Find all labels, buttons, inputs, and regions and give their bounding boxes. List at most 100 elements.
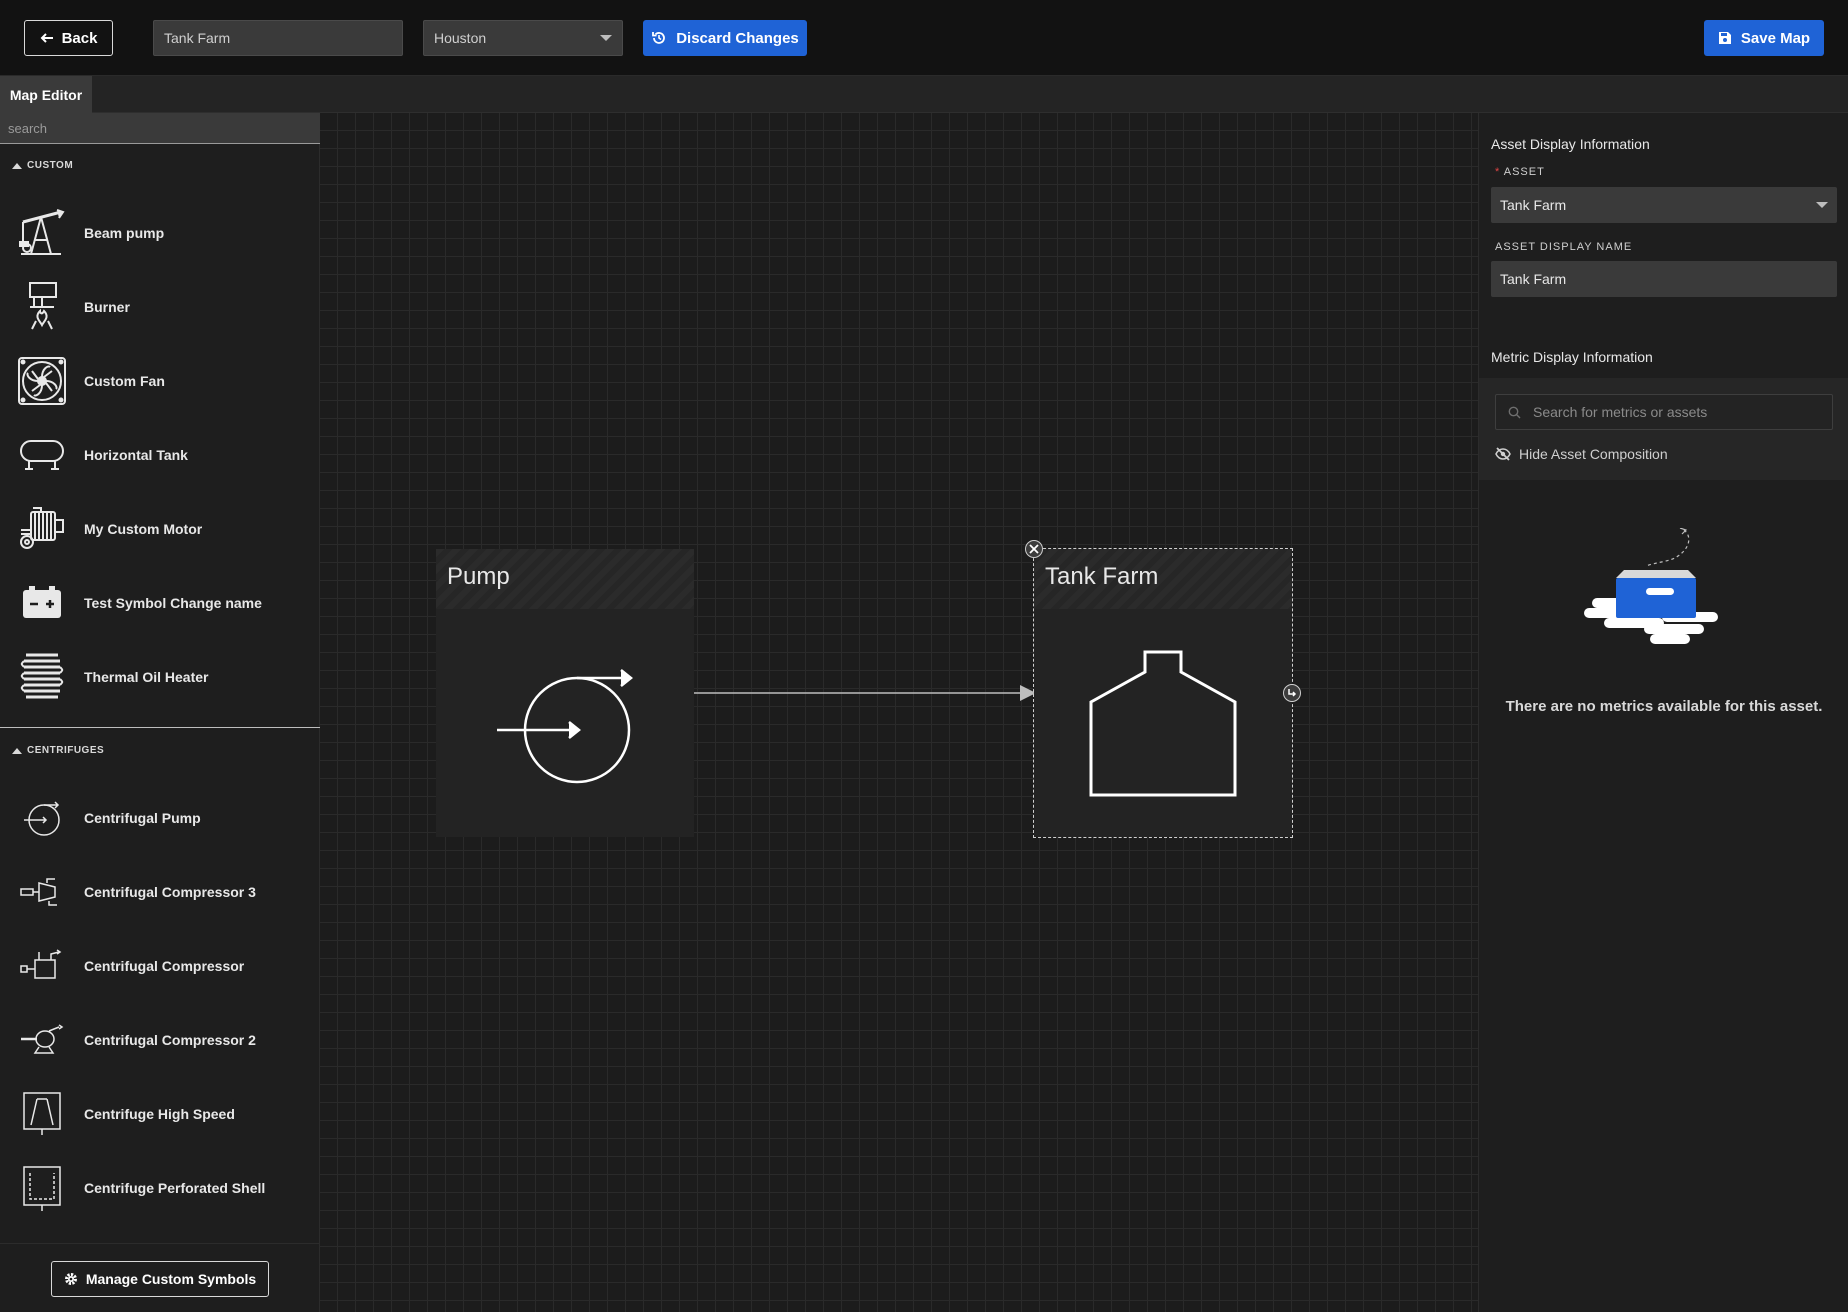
battery-icon [0, 566, 84, 640]
hide-composition-label: Hide Asset Composition [1519, 446, 1668, 462]
save-map-button[interactable]: Save Map [1704, 20, 1824, 56]
symbol-item-centrifugal-pump[interactable]: Centrifugal Pump [0, 781, 320, 855]
horizontal-tank-icon [0, 418, 84, 492]
map-canvas[interactable]: Pump Tank Farm [320, 113, 1478, 1312]
metric-section-title: Metric Display Information [1491, 349, 1653, 365]
empty-metrics-message: There are no metrics available for this … [1505, 698, 1823, 715]
delete-node-handle[interactable] [1025, 540, 1043, 558]
symbol-item-custom-fan[interactable]: Custom Fan [0, 344, 320, 418]
symbol-palette: search CUSTOM Beam pump Burner Custom Fa… [0, 113, 320, 1312]
symbol-item-my-custom-motor[interactable]: My Custom Motor [0, 492, 320, 566]
eye-slash-icon [1495, 447, 1511, 461]
symbol-item-burner[interactable]: Burner [0, 270, 320, 344]
asset-label: * ASSET [1495, 166, 1545, 178]
node-title: Pump [447, 563, 510, 590]
symbol-label: My Custom Motor [84, 521, 203, 537]
symbol-item-centrifuge-perforated-shell[interactable]: Centrifuge Perforated Shell [0, 1151, 320, 1225]
display-name-value: Tank Farm [1500, 271, 1567, 287]
manage-label: Manage Custom Symbols [85, 1271, 257, 1287]
centrifuge-icon [0, 1077, 84, 1151]
symbol-label: Beam pump [84, 225, 165, 241]
palette-search-input[interactable]: search [0, 113, 320, 144]
asset-select[interactable]: Tank Farm [1491, 187, 1837, 223]
map-node-pump[interactable]: Pump [436, 549, 694, 837]
manage-custom-symbols-button[interactable]: Manage Custom Symbols [51, 1261, 269, 1297]
symbol-label: Centrifugal Compressor 3 [84, 884, 256, 900]
symbol-label: Thermal Oil Heater [84, 669, 209, 685]
tank-icon [1089, 650, 1237, 797]
save-label: Save Map [1740, 29, 1811, 47]
node-body [436, 609, 694, 837]
metric-search-placeholder: Search for metrics or assets [1533, 404, 1708, 420]
symbol-label: Horizontal Tank [84, 447, 188, 463]
tab-label: Map Editor [9, 86, 83, 103]
symbol-label: Centrifugal Compressor [84, 958, 245, 974]
beam-pump-icon [0, 196, 84, 270]
motor-icon [0, 492, 84, 566]
node-body [1034, 609, 1292, 837]
asset-display-name-input[interactable]: Tank Farm [1491, 261, 1837, 297]
centrifugal-pump-icon [497, 669, 634, 784]
connect-arrow-icon [1288, 689, 1297, 697]
chevron-down-icon [600, 35, 612, 41]
symbol-label: Centrifugal Pump [84, 810, 201, 826]
chevron-down-icon [1816, 202, 1828, 208]
symbol-item-centrifugal-compressor-3[interactable]: Centrifugal Compressor 3 [0, 855, 320, 929]
symbol-label: Centrifuge Perforated Shell [84, 1180, 266, 1196]
fan-icon [0, 344, 84, 418]
location-select[interactable]: Houston [423, 20, 623, 56]
symbol-item-test-symbol[interactable]: Test Symbol Change name [0, 566, 320, 640]
map-name-input[interactable]: Tank Farm [153, 20, 403, 56]
node-header: Pump [436, 549, 694, 609]
collapse-up-icon [12, 162, 22, 169]
discard-label: Discard Changes [676, 29, 799, 47]
section-divider [0, 727, 320, 728]
node-title: Tank Farm [1045, 563, 1159, 590]
asset-select-value: Tank Farm [1500, 197, 1567, 213]
collapse-up-icon [12, 747, 22, 754]
section-title: CENTRIFUGES [27, 745, 105, 756]
required-mark: * [1495, 166, 1501, 178]
section-header-custom[interactable]: CUSTOM [12, 160, 73, 171]
arrow-left-icon [40, 33, 53, 43]
gear-icon [64, 1273, 77, 1285]
search-icon [1508, 406, 1521, 418]
heater-icon [0, 640, 84, 714]
properties-panel: Asset Display Information * ASSET Tank F… [1478, 113, 1848, 1312]
map-name-value: Tank Farm [164, 30, 231, 46]
floppy-disk-icon [1718, 32, 1731, 44]
compressor-icon [0, 855, 84, 929]
symbol-label: Centrifugal Compressor 2 [84, 1032, 256, 1048]
display-name-label: ASSET DISPLAY NAME [1495, 241, 1633, 253]
symbol-label: Centrifuge High Speed [84, 1106, 235, 1122]
symbol-item-centrifuge-high-speed[interactable]: Centrifuge High Speed [0, 1077, 320, 1151]
tab-strip: Map Editor [0, 76, 1848, 113]
back-button[interactable]: Back [24, 20, 113, 56]
palette-search-placeholder: search [8, 120, 48, 136]
symbol-item-beam-pump[interactable]: Beam pump [0, 196, 320, 270]
symbol-item-centrifugal-compressor[interactable]: Centrifugal Compressor [0, 929, 320, 1003]
location-value: Houston [434, 30, 487, 46]
tab-map-editor[interactable]: Map Editor [0, 76, 92, 113]
symbol-item-centrifugal-compressor-2[interactable]: Centrifugal Compressor 2 [0, 1003, 320, 1077]
close-icon [1029, 544, 1039, 554]
section-header-centrifuges[interactable]: CENTRIFUGES [12, 745, 104, 756]
palette-footer-divider [0, 1243, 320, 1244]
symbol-label: Custom Fan [84, 373, 165, 389]
metric-search-input[interactable]: Search for metrics or assets [1495, 394, 1833, 430]
back-label: Back [61, 29, 98, 47]
history-icon [652, 32, 666, 44]
symbol-item-thermal-oil-heater[interactable]: Thermal Oil Heater [0, 640, 320, 714]
symbol-item-horizontal-tank[interactable]: Horizontal Tank [0, 418, 320, 492]
centrifugal-pump-icon [0, 781, 84, 855]
compressor-icon [0, 1003, 84, 1077]
discard-changes-button[interactable]: Discard Changes [643, 20, 807, 56]
hide-asset-composition-toggle[interactable]: Hide Asset Composition [1495, 446, 1668, 462]
symbol-label: Test Symbol Change name [84, 595, 262, 611]
connector-handle[interactable] [1283, 684, 1301, 702]
burner-icon [0, 270, 84, 344]
top-bar: Back Tank Farm Houston Discard Changes S… [0, 0, 1848, 76]
map-node-tank-farm[interactable]: Tank Farm [1033, 548, 1293, 838]
section-title: CUSTOM [27, 160, 74, 171]
compressor-icon [0, 929, 84, 1003]
